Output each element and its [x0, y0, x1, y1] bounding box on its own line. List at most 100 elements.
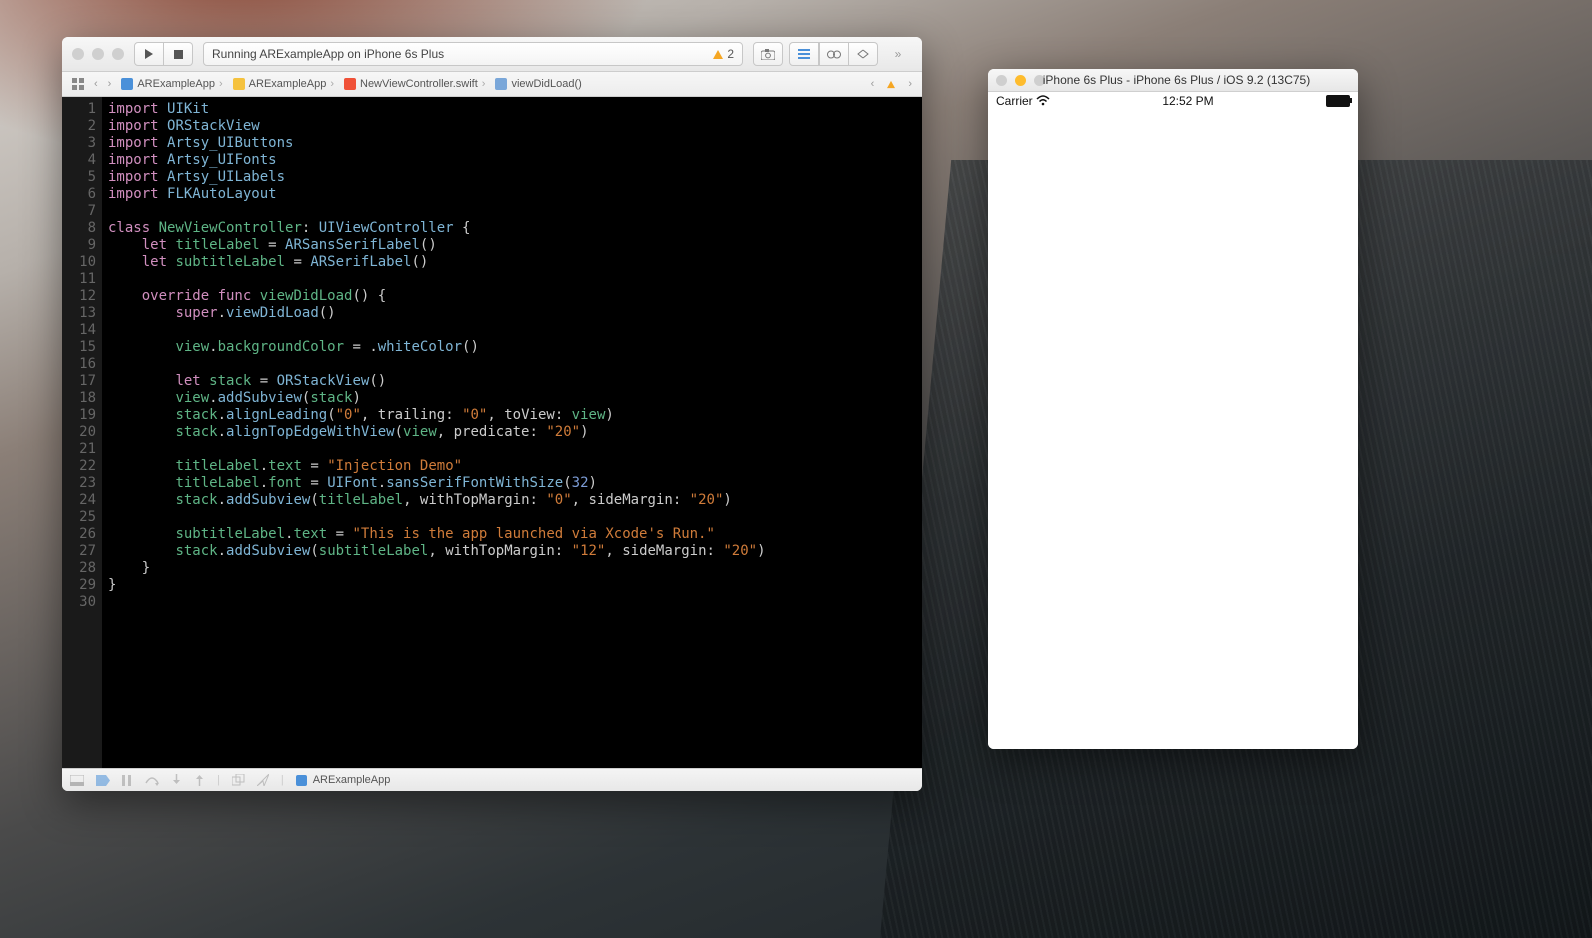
line-number: 20: [62, 424, 96, 441]
folder-icon: [233, 78, 245, 90]
pause-continue-icon: [122, 775, 133, 786]
code-line[interactable]: view.addSubview(stack): [108, 390, 922, 407]
assistant-editor-icon: [827, 49, 841, 60]
code-line[interactable]: view.backgroundColor = .whiteColor(): [108, 339, 922, 356]
code-line[interactable]: }: [108, 560, 922, 577]
line-number: 18: [62, 390, 96, 407]
breakpoints-button[interactable]: [96, 775, 110, 786]
stop-button[interactable]: [164, 42, 193, 66]
ios-status-bar: Carrier 12:52 PM: [988, 92, 1358, 110]
nav-forward-button[interactable]: ›: [104, 78, 116, 90]
code-line[interactable]: import Artsy_UIFonts: [108, 152, 922, 169]
warning-icon: [713, 50, 723, 59]
debug-view-hierarchy-button[interactable]: [232, 774, 245, 786]
code-line[interactable]: subtitleLabel.text = "This is the app la…: [108, 526, 922, 543]
simulator-app-content[interactable]: [988, 109, 1358, 749]
line-number: 23: [62, 475, 96, 492]
nav-back-button[interactable]: ‹: [90, 78, 102, 90]
jumpbar-item-symbol[interactable]: viewDidLoad(): [491, 78, 585, 90]
method-icon: [495, 78, 507, 90]
traffic-close[interactable]: [72, 48, 84, 60]
warning-icon[interactable]: [887, 80, 895, 87]
hide-debug-area-button[interactable]: [70, 775, 84, 786]
line-number: 28: [62, 560, 96, 577]
code-line[interactable]: stack.addSubview(subtitleLabel, withTopM…: [108, 543, 922, 560]
traffic-zoom[interactable]: [112, 48, 124, 60]
code-line[interactable]: import FLKAutoLayout: [108, 186, 922, 203]
code-line[interactable]: titleLabel.text = "Injection Demo": [108, 458, 922, 475]
related-items-menu[interactable]: [68, 78, 88, 90]
view-hierarchy-icon: [232, 774, 245, 786]
code-line[interactable]: [108, 322, 922, 339]
toolbar-overflow[interactable]: »: [884, 43, 912, 65]
code-line[interactable]: [108, 594, 922, 611]
grid-icon: [72, 78, 84, 90]
step-over-button[interactable]: [145, 775, 159, 786]
code-line[interactable]: let titleLabel = ARSansSerifLabel(): [108, 237, 922, 254]
issues-indicator[interactable]: 2: [713, 47, 734, 61]
line-number: 22: [62, 458, 96, 475]
code-line[interactable]: stack.alignLeading("0", trailing: "0", t…: [108, 407, 922, 424]
step-out-icon: [194, 774, 205, 786]
assistant-editor-button[interactable]: [819, 42, 849, 66]
line-number: 2: [62, 118, 96, 135]
code-line[interactable]: super.viewDidLoad(): [108, 305, 922, 322]
run-button[interactable]: [134, 42, 164, 66]
play-icon: [144, 49, 154, 59]
standard-editor-button[interactable]: [789, 42, 819, 66]
jumpbar-label: NewViewController.swift: [360, 78, 478, 90]
line-number: 6: [62, 186, 96, 203]
line-number: 8: [62, 220, 96, 237]
code-line[interactable]: import UIKit: [108, 101, 922, 118]
line-number: 3: [62, 135, 96, 152]
ios-simulator-window: iPhone 6s Plus - iPhone 6s Plus / iOS 9.…: [988, 69, 1358, 749]
code-line[interactable]: stack.addSubview(titleLabel, withTopMarg…: [108, 492, 922, 509]
line-number: 17: [62, 373, 96, 390]
step-into-icon: [171, 774, 182, 786]
jumpbar-item-group[interactable]: ARExampleApp ›: [229, 78, 338, 90]
code-line[interactable]: [108, 271, 922, 288]
simulator-titlebar: iPhone 6s Plus - iPhone 6s Plus / iOS 9.…: [988, 69, 1358, 92]
code-line[interactable]: override func viewDidLoad() {: [108, 288, 922, 305]
line-number: 16: [62, 356, 96, 373]
line-number: 30: [62, 594, 96, 611]
step-into-button[interactable]: [171, 774, 182, 786]
version-editor-icon: [856, 49, 870, 60]
line-number: 27: [62, 543, 96, 560]
jumpbar-item-file[interactable]: NewViewController.swift ›: [340, 78, 489, 90]
simulator-title: iPhone 6s Plus - iPhone 6s Plus / iOS 9.…: [1003, 73, 1350, 87]
counterpart-forward[interactable]: ›: [904, 78, 916, 90]
code-line[interactable]: [108, 441, 922, 458]
panel-toggle-icon: [70, 775, 84, 786]
code-line[interactable]: titleLabel.font = UIFont.sansSerifFontWi…: [108, 475, 922, 492]
code-line[interactable]: stack.alignTopEdgeWithView(view, predica…: [108, 424, 922, 441]
code-line[interactable]: [108, 203, 922, 220]
counterpart-back[interactable]: ‹: [867, 78, 879, 90]
activity-status-bar[interactable]: Running ARExampleApp on iPhone 6s Plus 2: [203, 42, 743, 66]
code-area[interactable]: import UIKitimport ORStackViewimport Art…: [102, 97, 922, 771]
continue-button[interactable]: [122, 775, 133, 786]
version-editor-button[interactable]: [849, 42, 878, 66]
traffic-minimize[interactable]: [92, 48, 104, 60]
jumpbar-item-project[interactable]: ARExampleApp ›: [117, 78, 226, 90]
line-number: 25: [62, 509, 96, 526]
step-out-button[interactable]: [194, 774, 205, 786]
snapshot-button[interactable]: [753, 42, 783, 66]
code-line[interactable]: let stack = ORStackView(): [108, 373, 922, 390]
code-line[interactable]: import ORStackView: [108, 118, 922, 135]
standard-editor-icon: [798, 49, 810, 59]
code-line[interactable]: let subtitleLabel = ARSerifLabel(): [108, 254, 922, 271]
code-line[interactable]: }: [108, 577, 922, 594]
code-line[interactable]: class NewViewController: UIViewControlle…: [108, 220, 922, 237]
code-line[interactable]: [108, 356, 922, 373]
simulate-location-button[interactable]: [257, 774, 269, 786]
line-number: 12: [62, 288, 96, 305]
chevron-right-icon: ›: [482, 78, 486, 90]
code-line[interactable]: [108, 509, 922, 526]
debug-process-selector[interactable]: ARExampleApp: [296, 774, 391, 786]
line-number: 29: [62, 577, 96, 594]
line-number: 11: [62, 271, 96, 288]
code-line[interactable]: import Artsy_UILabels: [108, 169, 922, 186]
source-editor[interactable]: 1234567891011121314151617181920212223242…: [62, 97, 922, 771]
code-line[interactable]: import Artsy_UIButtons: [108, 135, 922, 152]
